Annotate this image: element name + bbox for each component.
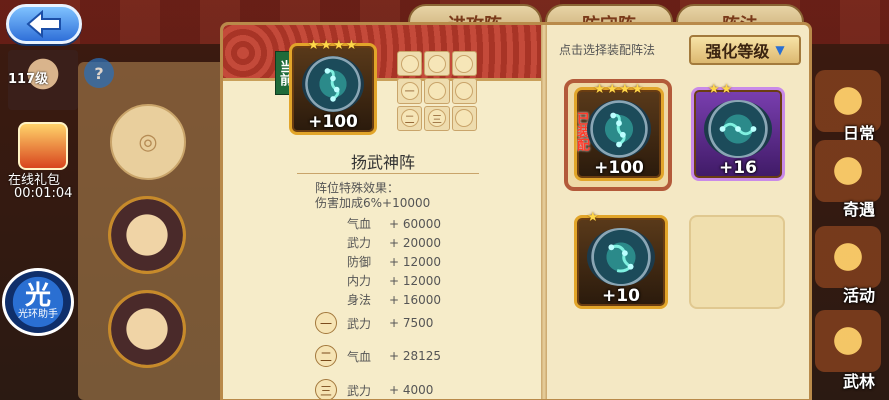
formation-grid: 一 二 三 [397,51,477,131]
formation-detail-panel: 当前 ★★★★ +100 一 二 三 扬武神阵 阵位特殊效果： 伤害加成6%+1… [223,25,543,399]
stat-row: 内力 + 12000 [347,274,442,288]
sort-label: 强化等级 [705,42,770,61]
item-value: +16 [719,158,757,178]
grid-cell [424,78,450,104]
formation-coin-icon [704,100,772,158]
online-gift-timer: 00:01:04 [14,186,73,201]
stat-row: 防御 + 12000 [347,255,442,269]
formation-item-3[interactable]: ★ +10 [574,210,668,309]
position-row-3: 三武力 + 4000 [315,379,433,399]
hero-slot-2[interactable] [108,290,186,368]
assistant-small-label: 光环助手 [18,309,58,320]
hero-slot-1[interactable] [108,196,186,274]
back-arrow-icon [26,10,61,38]
current-formation-value: +100 [308,112,358,132]
dropdown-arrow-icon: ▼ [775,43,785,57]
grid-cell: 三 [424,105,450,131]
formation-item-empty[interactable] [689,215,785,309]
grid-cell: 二 [397,105,423,131]
formation-name: 扬武神阵 [350,153,415,172]
current-formation-stars: ★★★★ [307,38,359,53]
grid-cell [451,51,477,77]
hero-slot-empty[interactable]: ◎ [110,104,186,180]
assistant-big-label: 光 [24,281,51,311]
adventure-label: 奇遇 [842,200,875,219]
wulin-icon[interactable] [815,310,881,372]
formation-coin-icon [587,228,655,286]
activity-icon[interactable] [815,226,881,288]
formation-dialog: 当前 ★★★★ +100 一 二 三 扬武神阵 阵位特殊效果： 伤害加成6%+1… [220,22,812,400]
item-stars: ★★★★ [593,82,645,97]
online-gift-icon[interactable] [18,122,68,170]
effect-desc: 伤害加成6%+10000 [315,196,431,210]
current-formation-badge[interactable]: ★★★★ +100 [289,38,377,135]
position-row-2: 二气血 + 28125 [315,345,441,367]
grid-cell [397,51,423,77]
item-value: +10 [602,286,640,306]
formation-item-2[interactable]: ★★ +16 [691,82,785,181]
item-value: +100 [594,158,644,178]
divider-line [297,173,479,174]
player-level: 117级 [8,72,49,87]
stat-row: 身法 + 16000 [347,293,442,307]
formation-coin-icon [302,56,364,112]
formation-coin-icon [587,100,651,158]
grid-cell [451,78,477,104]
adventure-icon[interactable] [815,140,881,202]
select-hint: 点击选择装配阵法 [559,43,656,57]
item-stars: ★★ [708,82,734,97]
back-button[interactable] [6,4,82,44]
grid-cell: 一 [397,78,423,104]
grid-cell [451,105,477,131]
item-stars: ★ [587,210,600,225]
stat-row: 武力 + 20000 [347,236,442,250]
stat-row: 气血 + 60000 [347,217,442,231]
decor-band [223,25,543,81]
activity-label: 活动 [842,286,875,305]
wulin-label: 武林 [842,372,875,391]
help-icon[interactable]: ? [84,58,114,88]
sort-dropdown[interactable]: 强化等级 ▼ [689,35,801,65]
formation-item-1[interactable]: ★★★★ 已装配 +100 [574,82,664,181]
position-row-1: 一武力 + 7500 [315,312,433,334]
assistant-button[interactable]: 光 光环助手 [2,268,74,336]
panel-divider [541,25,547,399]
grid-cell [424,51,450,77]
